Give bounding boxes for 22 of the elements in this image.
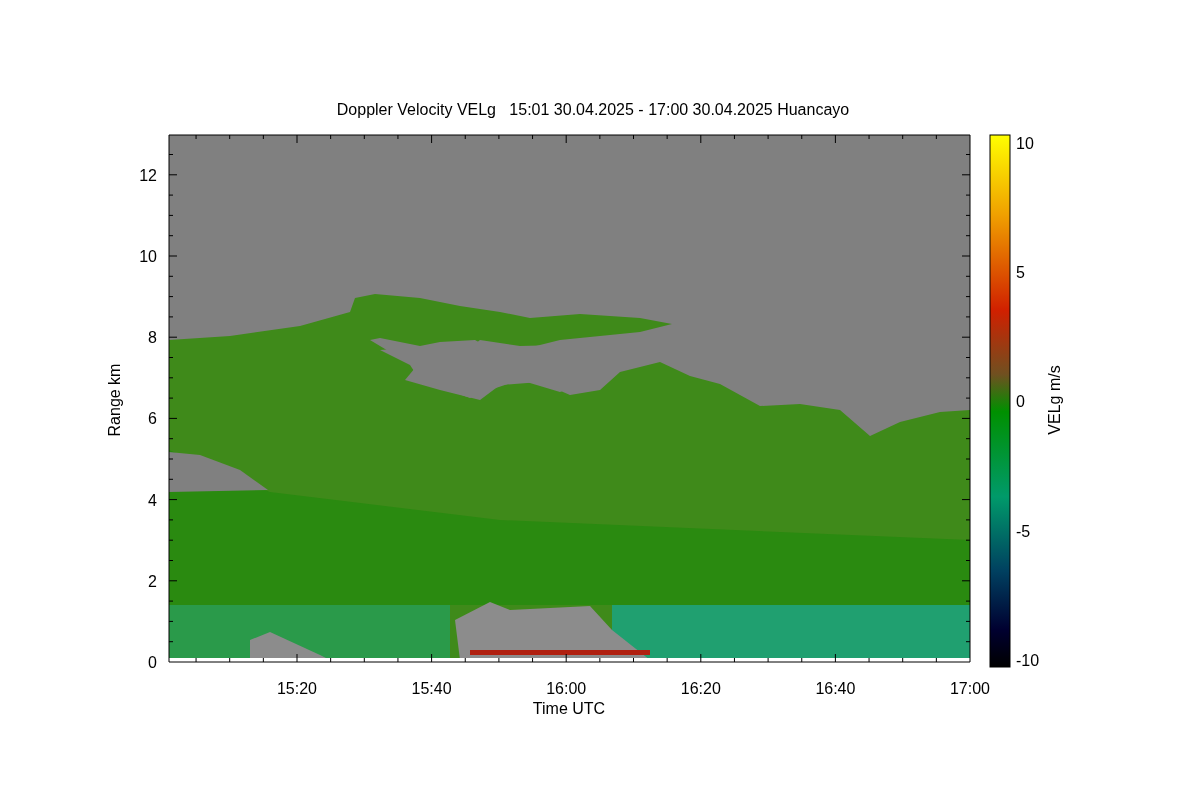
- y-tick-label: 2: [148, 572, 157, 590]
- y-tick-label: 12: [139, 166, 157, 184]
- x-tick-label: 15:20: [277, 680, 317, 697]
- y-tick-label: 10: [139, 248, 157, 265]
- y-tick-label: 8: [148, 329, 157, 347]
- colorbar-tick-label: -5: [1016, 522, 1031, 540]
- colorbar-tick-label: 0: [1016, 393, 1025, 411]
- colorbar-tick-label: -10: [1016, 651, 1040, 669]
- colorbar-tick-label: 10: [1016, 135, 1034, 152]
- y-tick-label: 0: [148, 654, 157, 671]
- chart-title: Doppler Velocity VELg 15:01 30.04.2025 - 17:00 30.04.2025 Huancayo: [336, 101, 850, 118]
- x-tick-label: 17:00: [950, 680, 990, 697]
- x-axis-label: Time UTC: [532, 700, 606, 717]
- y-tick-label: 6: [148, 410, 157, 428]
- x-tick-label: 16:00: [546, 680, 587, 697]
- y-axis-label: Range km: [106, 363, 123, 437]
- colorbar-tick-label: 5: [1016, 264, 1025, 282]
- y-tick-label: 4: [148, 491, 157, 509]
- colorbar-label: VELg m/s: [1046, 365, 1063, 435]
- x-tick-label: 16:40: [815, 680, 856, 697]
- x-tick-label: 16:20: [680, 680, 721, 697]
- x-tick-label: 15:40: [411, 680, 452, 697]
